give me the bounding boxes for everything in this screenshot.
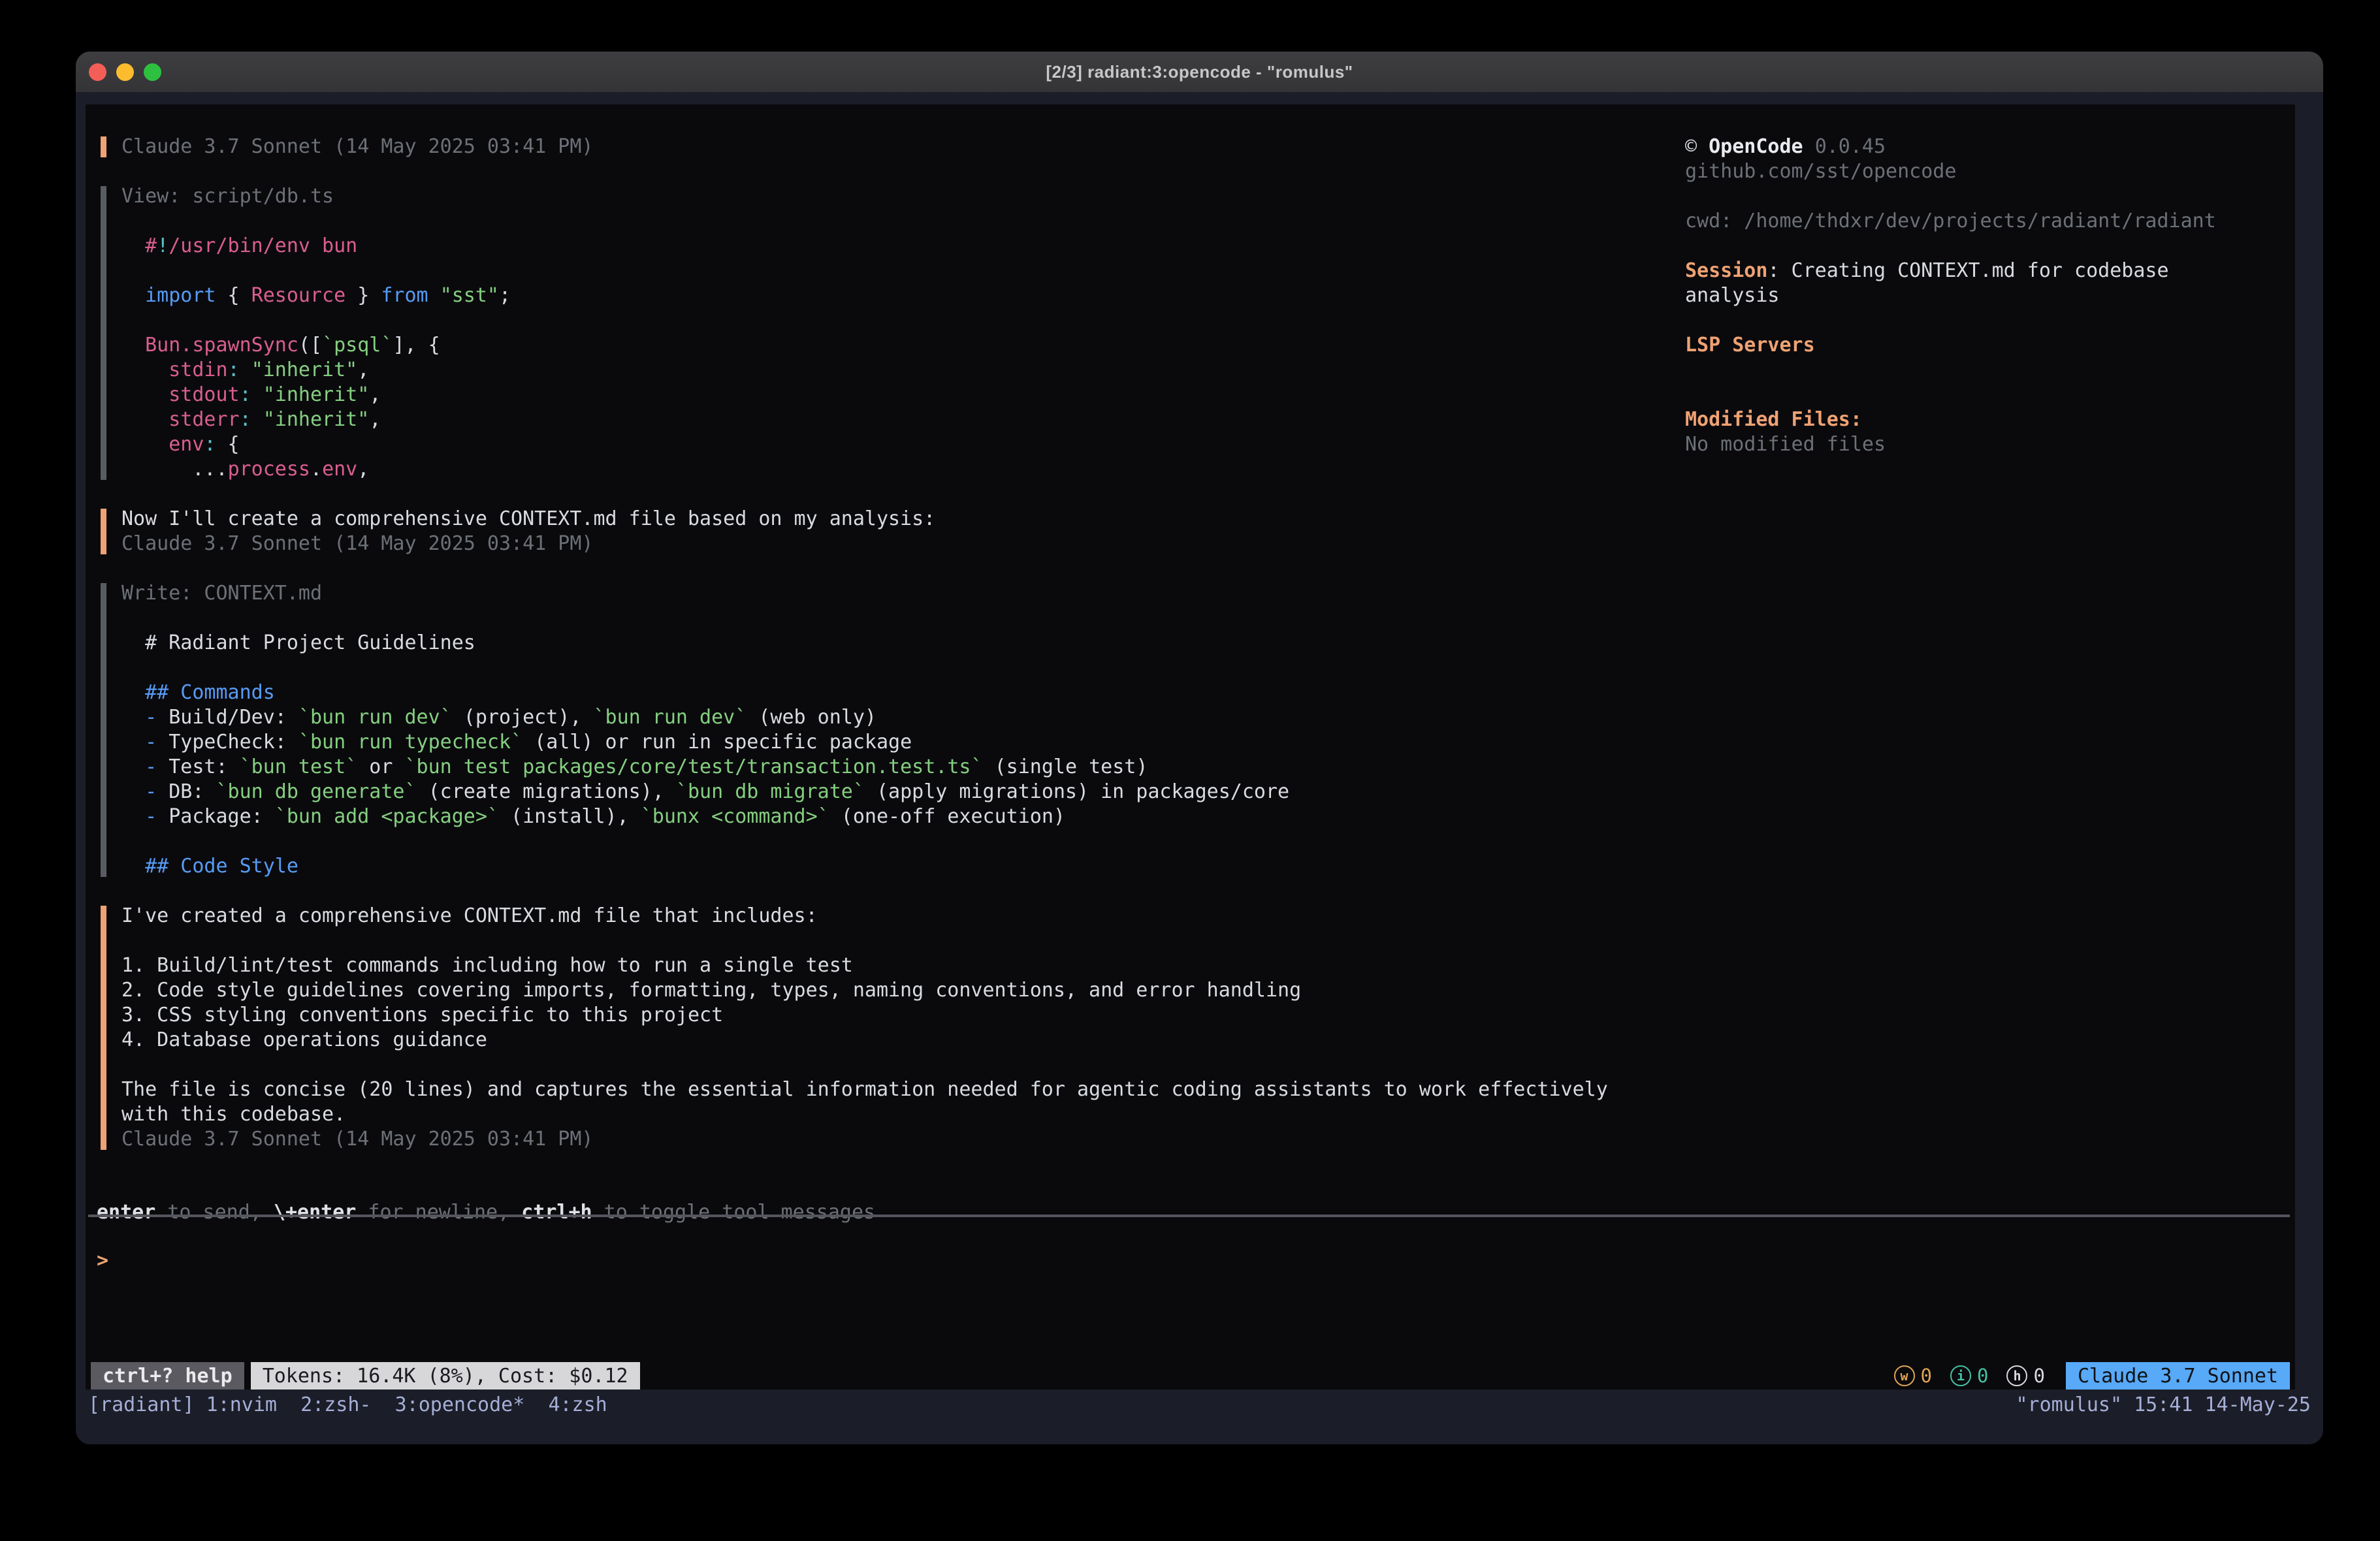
terminal-line: - Package: `bun add <package>` (install)… (121, 804, 1668, 829)
terminal-line: stdout: "inherit", (121, 383, 1668, 407)
tmux-status-bar: [radiant] 1:nvim 2:zsh- 3:opencode* 4:zs… (76, 1390, 2323, 1420)
message-block: Write: CONTEXT.md # Radiant Project Guid… (101, 581, 1668, 879)
warning-count: 0 (1921, 1365, 1932, 1387)
opencode-screen: Claude 3.7 Sonnet (14 May 2025 03:41 PM)… (86, 104, 2295, 1390)
warning-icon: w (1894, 1365, 1915, 1386)
terminal-line (121, 1053, 1668, 1077)
terminal-line: - DB: `bun db generate` (create migratio… (121, 780, 1668, 804)
terminal-line: 3. CSS styling conventions specific to t… (121, 1003, 1668, 1028)
message-block: View: script/db.ts #!/usr/bin/env bun im… (101, 184, 1668, 482)
info-count: 0 (1977, 1365, 1988, 1387)
terminal-line (1685, 358, 2292, 383)
terminal-line: ## Commands (121, 680, 1668, 705)
tmux-window-1[interactable]: 1:nvim (206, 1393, 301, 1416)
terminal-line: View: script/db.ts (121, 184, 1668, 209)
info-counter: i0 (1950, 1365, 1988, 1387)
terminal-line (121, 656, 1668, 680)
terminal-line: cwd: /home/thdxr/dev/projects/radiant/ra… (1685, 209, 2292, 234)
terminal-line: stderr: "inherit", (121, 407, 1668, 432)
tmux-window-4[interactable]: 4:zsh (548, 1393, 607, 1416)
terminal-line: Claude 3.7 Sonnet (14 May 2025 03:41 PM) (121, 532, 1668, 556)
help-shortcut-chip: ctrl+? help (91, 1362, 244, 1390)
info-icon: i (1950, 1365, 1971, 1386)
terminal-line: 1. Build/lint/test commands including ho… (121, 953, 1668, 978)
diagnostic-counters: w0i0h0 (1894, 1365, 2045, 1387)
terminal-line: Claude 3.7 Sonnet (14 May 2025 03:41 PM) (121, 1127, 1668, 1152)
terminal-line: github.com/sst/opencode (1685, 159, 2292, 184)
close-button[interactable] (89, 63, 106, 81)
terminal-line: Write: CONTEXT.md (121, 581, 1668, 606)
message-block: Now I'll create a comprehensive CONTEXT.… (101, 507, 1668, 556)
terminal-line: No modified files (1685, 432, 2292, 457)
terminal-line (121, 209, 1668, 234)
message-accent-bar (101, 509, 106, 554)
terminal-line: stdin: "inherit", (121, 358, 1668, 383)
terminal-line (121, 259, 1668, 283)
terminal-line: ...process.env, (121, 457, 1668, 482)
terminal-line (1685, 383, 2292, 407)
terminal-line: © OpenCode 0.0.45 (1685, 135, 2292, 159)
prompt-input[interactable]: > (97, 1248, 2290, 1327)
input-separator (88, 1215, 2290, 1217)
terminal-window: [2/3] radiant:3:opencode - "romulus" Cla… (76, 52, 2323, 1444)
terminal-line (121, 829, 1668, 854)
tokens-cost-chip: Tokens: 16.4K (8%), Cost: $0.12 (251, 1362, 640, 1390)
message-accent-bar (101, 186, 106, 480)
terminal-line: - TypeCheck: `bun run typecheck` (all) o… (121, 730, 1668, 755)
terminal-line: The file is concise (20 lines) and captu… (121, 1077, 1668, 1102)
terminal-line: env: { (121, 432, 1668, 457)
terminal-line (1685, 308, 2292, 333)
terminal-line: - Build/Dev: `bun run dev` (project), `b… (121, 705, 1668, 730)
terminal-line: #!/usr/bin/env bun (121, 234, 1668, 259)
terminal-line: I've created a comprehensive CONTEXT.md … (121, 904, 1668, 929)
tmux-session-info: "romulus" 15:41 14-May-25 (2016, 1393, 2311, 1416)
terminal-line: analysis (1685, 283, 2292, 308)
terminal-line (1685, 184, 2292, 209)
terminal-line: import { Resource } from "sst"; (121, 283, 1668, 308)
session-sidebar: © OpenCode 0.0.45github.com/sst/opencode… (1685, 135, 2292, 457)
terminal-line: 4. Database operations guidance (121, 1028, 1668, 1053)
prompt-symbol: > (97, 1249, 108, 1272)
terminal-line: Bun.spawnSync([`psql`], { (121, 333, 1668, 358)
message-block: I've created a comprehensive CONTEXT.md … (101, 904, 1668, 1152)
terminal-line (121, 606, 1668, 631)
tmux-window-2[interactable]: 2:zsh- (300, 1393, 395, 1416)
terminal-line: Modified Files: (1685, 407, 2292, 432)
terminal-line: - Test: `bun test` or `bun test packages… (121, 755, 1668, 780)
tmux-session-name: [radiant] (88, 1393, 206, 1416)
terminal-line: LSP Servers (1685, 333, 2292, 358)
hint-icon: h (2006, 1365, 2027, 1386)
message-accent-bar (101, 136, 106, 157)
tmux-window-3[interactable]: 3:opencode* (395, 1393, 549, 1416)
terminal-line: Session: Creating CONTEXT.md for codebas… (1685, 259, 2292, 283)
terminal-line: 2. Code style guidelines covering import… (121, 978, 1668, 1003)
warning-counter: w0 (1894, 1365, 1932, 1387)
terminal-line: ## Code Style (121, 854, 1668, 879)
fullscreen-button[interactable] (144, 63, 161, 81)
terminal-line: Claude 3.7 Sonnet (14 May 2025 03:41 PM) (121, 135, 1668, 159)
keyboard-hints: enter to send, \+enter for newline, ctrl… (97, 1200, 875, 1225)
traffic-lights (89, 52, 161, 92)
terminal-line: Now I'll create a comprehensive CONTEXT.… (121, 507, 1668, 532)
message-block: Claude 3.7 Sonnet (14 May 2025 03:41 PM) (101, 135, 1668, 159)
status-bar: ctrl+? help Tokens: 16.4K (8%), Cost: $0… (86, 1362, 2295, 1390)
terminal-line (121, 308, 1668, 333)
message-accent-bar (101, 583, 106, 877)
desktop-background: { "window": { "title": "[2/3] radiant:3:… (0, 0, 2380, 1541)
model-chip[interactable]: Claude 3.7 Sonnet (2066, 1362, 2290, 1390)
minimize-button[interactable] (116, 63, 134, 81)
terminal-line (1685, 234, 2292, 259)
chat-log: Claude 3.7 Sonnet (14 May 2025 03:41 PM)… (101, 135, 1668, 1177)
terminal-line: # Radiant Project Guidelines (121, 631, 1668, 656)
tmux-window-list: [radiant] 1:nvim 2:zsh- 3:opencode* 4:zs… (88, 1393, 607, 1416)
hint-count: 0 (2033, 1365, 2044, 1387)
hint-counter: h0 (2006, 1365, 2044, 1387)
window-title: [2/3] radiant:3:opencode - "romulus" (1046, 62, 1353, 82)
message-accent-bar (101, 906, 106, 1150)
window-titlebar[interactable]: [2/3] radiant:3:opencode - "romulus" (76, 52, 2323, 92)
terminal-line: with this codebase. (121, 1102, 1668, 1127)
terminal-line (121, 929, 1668, 953)
